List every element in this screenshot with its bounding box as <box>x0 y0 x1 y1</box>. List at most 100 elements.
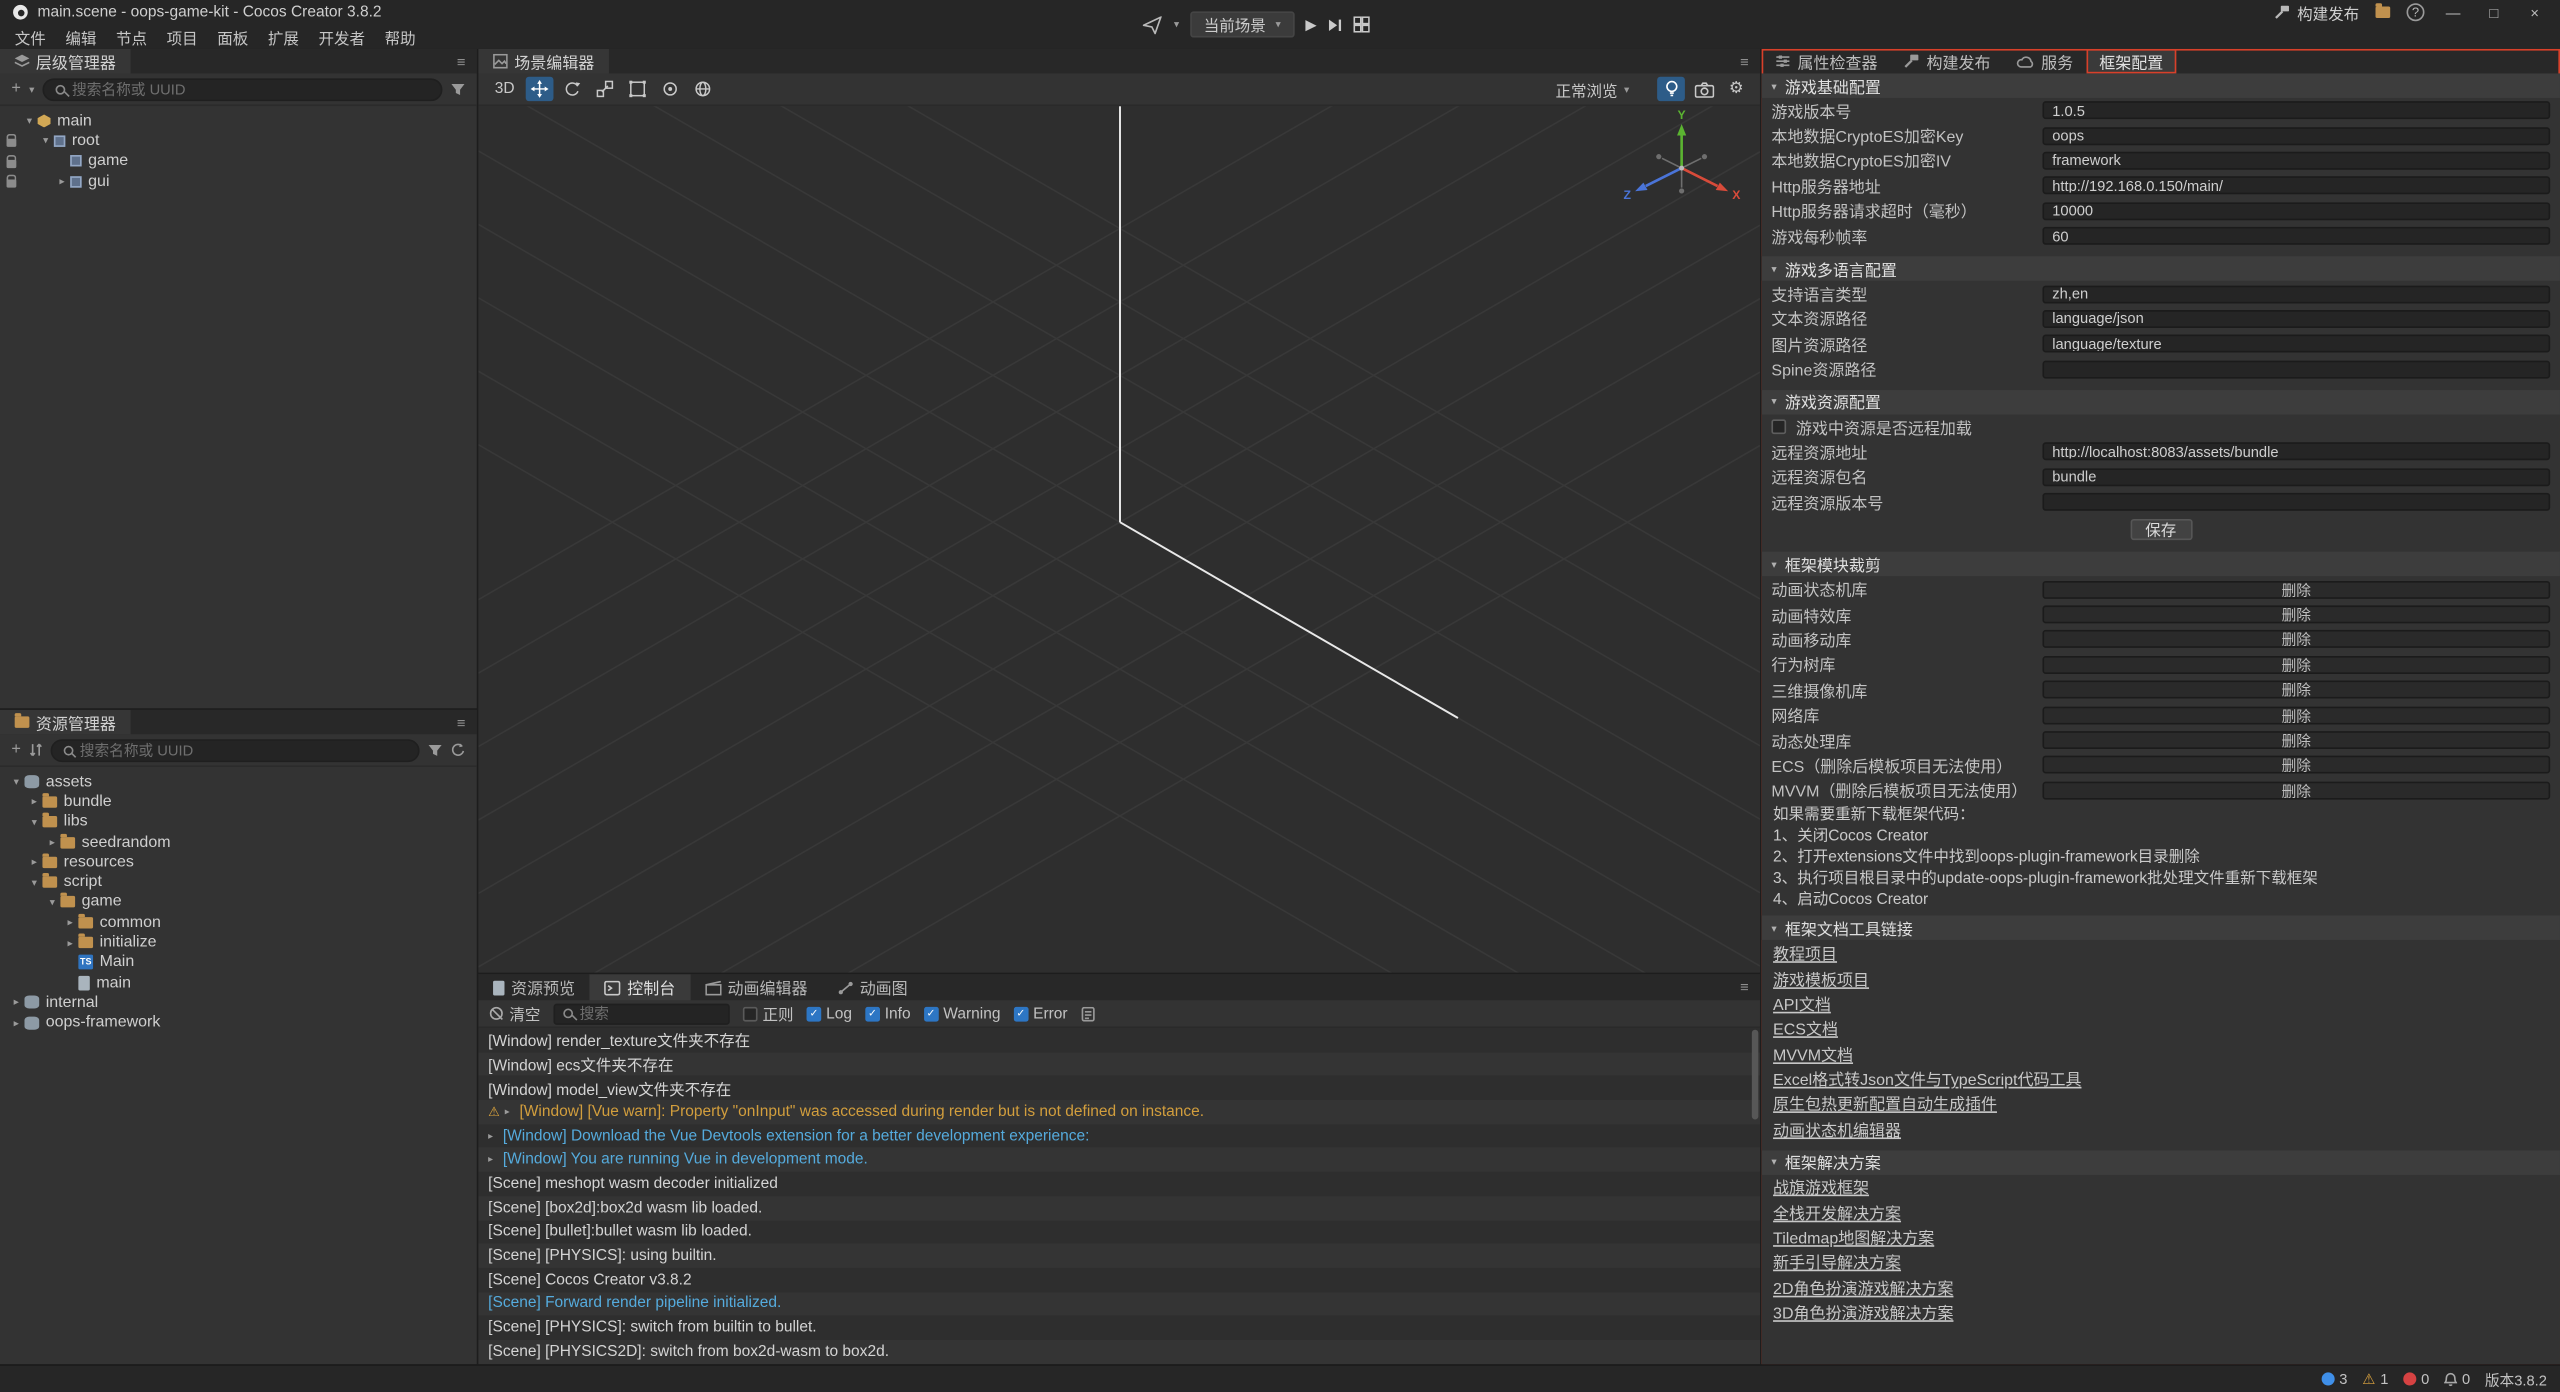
preview-target-icon[interactable] <box>1143 16 1163 34</box>
create-node-caret-icon[interactable]: ▾ <box>29 82 34 95</box>
help-icon[interactable]: ? <box>2407 3 2425 21</box>
section-docs[interactable]: ▾框架文档工具链接 <box>1762 916 2560 940</box>
collapse-icon[interactable]: ▾ <box>8 775 24 788</box>
tab-animation-graph[interactable]: 动画图 <box>822 974 922 1000</box>
panel-menu-icon[interactable]: ≡ <box>1740 979 1749 995</box>
coordinate-toggle-button[interactable] <box>689 77 717 101</box>
console-row[interactable]: [Scene] [PHYSICS2D]: switch from box2d-w… <box>478 1340 1760 1364</box>
notification-count[interactable]: 0 <box>2444 1371 2470 1387</box>
pivot-toggle-button[interactable] <box>657 77 685 101</box>
lock-icon[interactable] <box>6 139 16 147</box>
toggle-3d-button[interactable]: 3D <box>488 77 521 101</box>
remote-load-checkbox[interactable] <box>1771 420 1786 435</box>
lighting-toggle-button[interactable] <box>1657 77 1685 101</box>
collapse-icon[interactable]: ▾ <box>38 135 54 148</box>
expand-icon[interactable]: ▸ <box>62 936 78 949</box>
languages-input[interactable] <box>2042 285 2550 303</box>
console-row[interactable]: [Scene] [bullet]:bullet wasm lib loaded. <box>478 1220 1760 1244</box>
tab-asset-preview[interactable]: 资源预览 <box>478 974 589 1000</box>
asset-item-bundle[interactable]: ▸bundle <box>0 792 477 812</box>
lock-icon[interactable] <box>6 159 16 167</box>
save-button[interactable]: 保存 <box>2130 519 2192 540</box>
scene-viewport[interactable]: Y X Z <box>478 106 1760 973</box>
tab-framework-config[interactable]: 框架配置 <box>2086 49 2176 73</box>
delete-module-button[interactable]: 删除 <box>2042 756 2550 774</box>
hierarchy-node-main[interactable]: ▾main <box>0 111 477 131</box>
console-row-info[interactable]: ▸[Window] You are running Vue in develop… <box>478 1148 1760 1172</box>
asset-item-seedrandom[interactable]: ▸seedrandom <box>0 832 477 852</box>
delete-module-button[interactable]: 删除 <box>2042 731 2550 749</box>
expand-icon[interactable]: ▸ <box>8 996 24 1009</box>
expand-icon[interactable]: ▸ <box>488 1130 503 1141</box>
console-row[interactable]: [Scene] Cocos Creator v3.8.2 <box>478 1268 1760 1292</box>
console-search-input[interactable] <box>580 1005 720 1021</box>
clear-console-button[interactable]: 清空 <box>490 1002 541 1025</box>
hierarchy-node-gui[interactable]: ▸gui <box>0 171 477 191</box>
scene-select-dropdown[interactable]: 当前场景 ▾ <box>1191 11 1294 37</box>
console-row[interactable]: [Window] ecs文件夹不存在 <box>478 1052 1760 1076</box>
panel-menu-icon[interactable]: ≡ <box>1740 53 1749 69</box>
hierarchy-node-root[interactable]: ▾root <box>0 131 477 151</box>
console-row[interactable]: [Scene] [PHYSICS]: switch from builtin t… <box>478 1316 1760 1340</box>
hierarchy-search-input[interactable] <box>72 81 429 97</box>
rect-tool-button[interactable] <box>624 77 652 101</box>
solution-link[interactable]: Tiledmap地图解决方案 <box>1773 1226 1934 1249</box>
export-log-icon[interactable] <box>1081 1006 1096 1021</box>
axis-gizmo[interactable]: Y X Z <box>1624 108 1742 202</box>
collapse-icon[interactable]: ▾ <box>26 876 42 889</box>
expand-icon[interactable]: ▸ <box>44 836 60 849</box>
solution-link[interactable]: 战旗游戏框架 <box>1773 1175 1869 1198</box>
doc-link[interactable]: API文档 <box>1773 992 1831 1015</box>
expand-icon[interactable]: ▸ <box>26 795 42 808</box>
expand-icon[interactable]: ▸ <box>62 916 78 929</box>
expand-icon[interactable]: ▸ <box>8 1016 24 1029</box>
doc-link[interactable]: 游戏模板项目 <box>1773 967 1869 990</box>
menu-project[interactable]: 项目 <box>157 25 208 48</box>
asset-item-game[interactable]: ▾game <box>0 892 477 912</box>
hierarchy-node-game[interactable]: game <box>0 151 477 171</box>
section-game-basic[interactable]: ▾游戏基础配置 <box>1762 73 2560 97</box>
rotate-tool-button[interactable] <box>559 77 587 101</box>
tab-service[interactable]: 服务 <box>2004 49 2087 73</box>
remote-url-input[interactable] <box>2042 443 2550 461</box>
menu-node[interactable]: 节点 <box>106 25 157 48</box>
game-version-input[interactable] <box>2042 101 2550 119</box>
console-row[interactable]: [Window] render_texture文件夹不存在 <box>478 1028 1760 1052</box>
asset-item-libs[interactable]: ▾libs <box>0 812 477 832</box>
section-modules[interactable]: ▾框架模块裁剪 <box>1762 552 2560 576</box>
menu-file[interactable]: 文件 <box>5 25 56 48</box>
console-scrollbar[interactable] <box>1752 1030 1759 1120</box>
solution-link[interactable]: 3D角色扮演游戏解决方案 <box>1773 1301 1953 1324</box>
fps-input[interactable] <box>2042 227 2550 245</box>
folder-icon[interactable] <box>2376 7 2391 18</box>
view-mode-dropdown[interactable]: 正常浏览 ▾ <box>1555 78 1629 101</box>
doc-link[interactable]: MVVM文档 <box>1773 1042 1853 1065</box>
scene-tab[interactable]: 场景编辑器 <box>478 49 609 73</box>
section-solutions[interactable]: ▾框架解决方案 <box>1762 1150 2560 1174</box>
menu-panel[interactable]: 面板 <box>207 25 258 48</box>
expand-icon[interactable]: ▸ <box>488 1154 503 1165</box>
asset-item-resources[interactable]: ▸resources <box>0 852 477 872</box>
expand-icon[interactable]: ▸ <box>26 856 42 869</box>
asset-item-main-ts[interactable]: TSMain <box>0 952 477 972</box>
doc-link[interactable]: 原生包热更新配置自动生成插件 <box>1773 1092 1997 1115</box>
remote-version-input[interactable] <box>2042 493 2550 511</box>
collapse-icon[interactable]: ▾ <box>44 896 60 909</box>
refresh-icon[interactable] <box>451 743 466 758</box>
create-asset-button[interactable]: + <box>11 742 21 758</box>
scene-camera-button[interactable] <box>1690 77 1718 101</box>
remote-bundle-input[interactable] <box>2042 468 2550 486</box>
tab-animation-editor[interactable]: 动画编辑器 <box>690 974 822 1000</box>
lock-icon[interactable] <box>6 180 16 188</box>
preview-target-caret-icon[interactable]: ▾ <box>1174 18 1179 31</box>
solution-link[interactable]: 全栈开发解决方案 <box>1773 1200 1901 1223</box>
delete-module-button[interactable]: 删除 <box>2042 580 2550 598</box>
doc-link[interactable]: Excel格式转Json文件与TypeScript代码工具 <box>1773 1067 2081 1090</box>
console-row[interactable]: [Scene] [PHYSICS]: using builtin. <box>478 1244 1760 1268</box>
crypto-iv-input[interactable] <box>2042 152 2550 170</box>
expand-icon[interactable]: ▸ <box>54 175 70 188</box>
step-button[interactable] <box>1328 17 1343 32</box>
asset-item-initialize[interactable]: ▸initialize <box>0 932 477 952</box>
asset-item-internal[interactable]: ▸internal <box>0 993 477 1013</box>
asset-item-oops-framework[interactable]: ▸oops-framework <box>0 1013 477 1033</box>
